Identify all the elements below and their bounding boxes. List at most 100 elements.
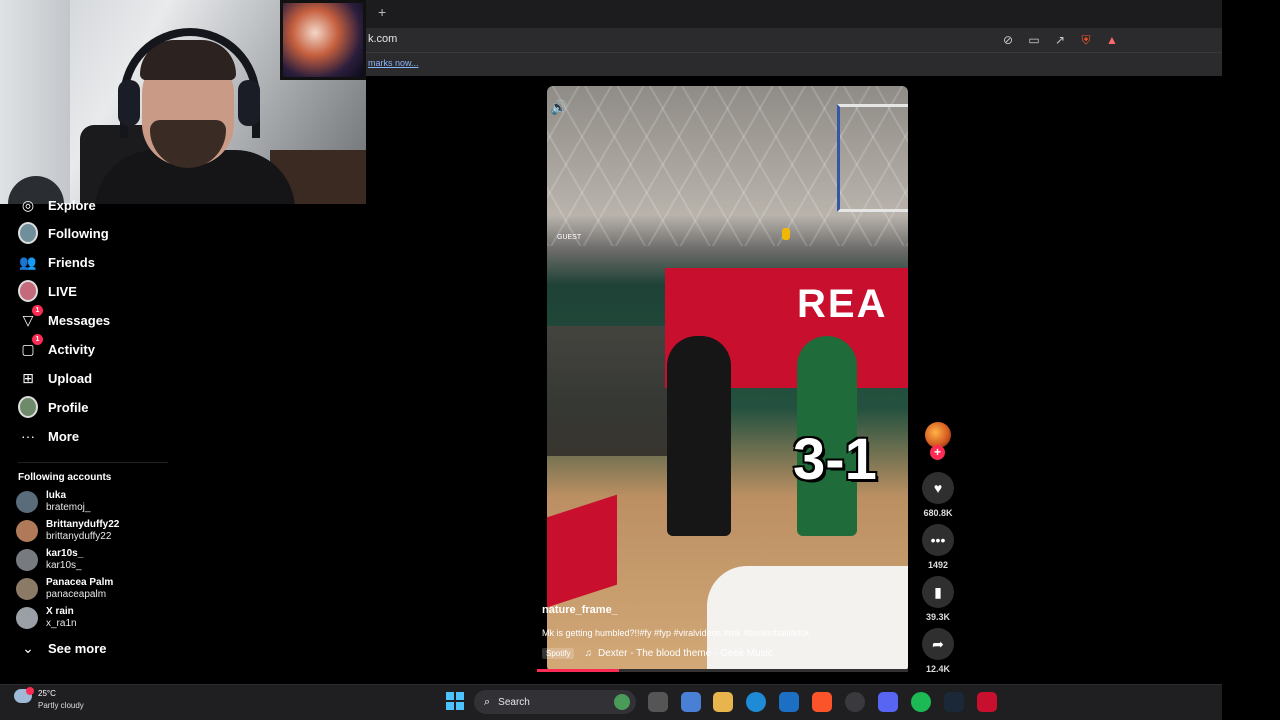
headset-earcup-left xyxy=(118,80,140,126)
sidebar-item-friends[interactable]: 👥 Friends xyxy=(18,251,95,273)
share-icon[interactable]: ↗ xyxy=(1052,32,1068,48)
comment-icon[interactable]: ••• xyxy=(922,524,954,556)
chevron-down-icon: ⌄ xyxy=(22,639,34,656)
account-item[interactable]: kar10s_ kar10s_ xyxy=(16,548,83,572)
music-row[interactable]: Spotify ♫ Dexter - The blood theme - Gee… xyxy=(542,648,773,659)
sidebar-item-label: LIVE xyxy=(48,283,77,299)
avatar xyxy=(16,549,38,571)
following-accounts-title: Following accounts xyxy=(18,472,112,483)
account-item[interactable]: Panacea Palm panaceapalm xyxy=(16,577,113,601)
windows-taskbar: 25°C Partly cloudy ⌕ Search xyxy=(0,684,1222,720)
video-caption: Mk is getting humbled?!!#fy #fyp #viralv… xyxy=(542,628,810,638)
weather-badge xyxy=(26,687,34,695)
messages-badge: 1 xyxy=(32,305,43,316)
account-username: x_ra1n xyxy=(46,618,77,629)
new-tab-button[interactable]: + xyxy=(378,4,386,20)
url-text[interactable]: k.com xyxy=(368,33,397,45)
file-explorer-icon[interactable] xyxy=(713,692,733,712)
weather-condition[interactable]: Partly cloudy xyxy=(38,701,84,710)
see-more-button[interactable]: ⌄ See more xyxy=(18,637,107,659)
like-count: 680.8K xyxy=(923,508,953,518)
account-item[interactable]: luka bratemoj_ xyxy=(16,490,90,514)
sidebar-item-label: Friends xyxy=(48,254,95,270)
sidebar-item-label: More xyxy=(48,428,80,444)
users-icon: 👥 xyxy=(19,253,37,270)
video-progress-bar[interactable] xyxy=(537,669,908,672)
brave-icon[interactable] xyxy=(812,692,832,712)
game-app-icon[interactable] xyxy=(977,692,997,712)
like-action[interactable]: ♥ 680.8K xyxy=(921,472,955,518)
sidebar-item-label: Following xyxy=(48,225,109,241)
webcam-overlay xyxy=(0,0,366,204)
sidebar-item-upload[interactable]: ⊞ Upload xyxy=(18,367,92,389)
brave-rewards-icon[interactable]: ▲ xyxy=(1104,32,1120,48)
video-player[interactable]: GUEST REA 3-1 xyxy=(547,86,908,672)
comment-action[interactable]: ••• 1492 xyxy=(921,524,955,570)
music-note-icon: ♫ xyxy=(584,648,592,659)
avatar xyxy=(16,491,38,513)
brave-shield-icon[interactable]: ⛨ xyxy=(1078,32,1094,48)
video-progress-fill xyxy=(537,669,619,672)
share-count: 12.4K xyxy=(925,664,951,674)
sidebar-item-activity[interactable]: ▢ 1 Activity xyxy=(18,334,95,360)
windows-start-icon[interactable] xyxy=(446,692,464,710)
webcam-door xyxy=(0,0,70,204)
screen-edge xyxy=(1222,0,1280,720)
sidebar-item-profile[interactable]: Profile xyxy=(18,396,88,418)
share-arrow-icon[interactable]: ➦ xyxy=(922,628,954,660)
activity-badge: 1 xyxy=(32,334,43,345)
sidebar-item-label: Explore xyxy=(48,197,96,213)
taskbar-search[interactable]: ⌕ Search xyxy=(474,690,636,714)
sidebar-item-following[interactable]: Following xyxy=(18,222,109,244)
bookmark-icon[interactable]: ▮ xyxy=(922,576,954,608)
message-square-icon: ▢ 1 xyxy=(18,334,43,359)
sidebar-item-label: Activity xyxy=(48,341,95,357)
sidebar-item-explore[interactable]: ◎ Explore xyxy=(18,194,96,216)
sidebar-item-label: Upload xyxy=(48,370,93,386)
import-bookmarks-link[interactable]: marks now... xyxy=(368,58,419,68)
sidebar-item-messages[interactable]: ▽ 1 Messages xyxy=(18,305,111,331)
basketball-backboard xyxy=(837,104,908,212)
account-name: X rain xyxy=(46,606,74,617)
steam-icon[interactable] xyxy=(944,692,964,712)
video-author[interactable]: nature_frame_ xyxy=(542,604,618,616)
account-name: Brittanyduffy22 xyxy=(46,519,120,530)
edge-icon[interactable] xyxy=(746,692,766,712)
avatar xyxy=(16,578,38,600)
ellipsis-icon: ··· xyxy=(21,428,35,444)
profile-avatar xyxy=(18,396,38,418)
plus-square-icon: ⊞ xyxy=(22,369,34,386)
save-action[interactable]: ▮ 39.3K xyxy=(921,576,955,622)
sidebar-item-label: Messages xyxy=(48,312,111,328)
account-username: kar10s_ xyxy=(46,560,82,571)
sidebar-item-more[interactable]: ··· More xyxy=(18,425,79,447)
chatgpt-icon[interactable] xyxy=(845,692,865,712)
headset-earcup-right xyxy=(238,80,260,126)
account-username: brittanyduffy22 xyxy=(46,531,112,542)
video-off-icon[interactable]: ⊘ xyxy=(1000,32,1016,48)
see-more-label: See more xyxy=(48,640,107,656)
copilot-icon[interactable] xyxy=(681,692,701,712)
cast-icon[interactable]: ▭ xyxy=(1026,32,1042,48)
task-view-icon[interactable] xyxy=(648,692,668,712)
sidebar-item-label: Profile xyxy=(48,399,89,415)
account-item[interactable]: Brittanyduffy22 brittanyduffy22 xyxy=(16,519,119,543)
follow-button[interactable]: + xyxy=(930,445,945,460)
share-action[interactable]: ➦ 12.4K xyxy=(921,628,955,674)
account-name: kar10s_ xyxy=(46,548,84,559)
discord-icon[interactable] xyxy=(878,692,898,712)
spotify-icon[interactable] xyxy=(911,692,931,712)
music-source-tag: Spotify xyxy=(542,648,575,659)
send-icon: ▽ 1 xyxy=(18,305,43,330)
heart-icon[interactable]: ♥ xyxy=(922,472,954,504)
sidebar-item-live[interactable]: LIVE xyxy=(18,280,77,302)
account-username: bratemoj_ xyxy=(46,502,91,513)
outlook-icon[interactable] xyxy=(779,692,799,712)
weather-temperature[interactable]: 25°C xyxy=(38,689,56,698)
music-track[interactable]: Dexter - The blood theme - Geek Music xyxy=(598,648,773,659)
following-avatar xyxy=(18,222,38,244)
volume-icon[interactable]: 🔊 xyxy=(550,99,567,116)
account-item[interactable]: X rain x_ra1n xyxy=(16,606,77,630)
mouse-cursor-icon xyxy=(782,228,790,240)
video-crowd xyxy=(547,326,667,456)
